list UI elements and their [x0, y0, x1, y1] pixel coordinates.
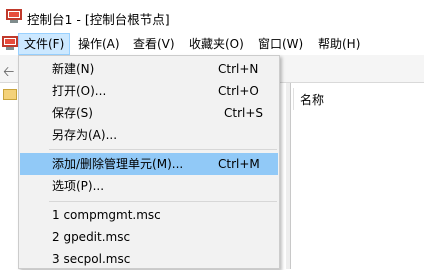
menu-window[interactable]: 窗口(W) [253, 33, 308, 55]
file-menu-dropdown: 新建(N) Ctrl+N 打开(O)... Ctrl+O 保存(S) Ctrl+… [18, 55, 280, 269]
tree-pane [0, 83, 18, 269]
menu-action[interactable]: 操作(A) [73, 33, 125, 55]
menu-item-save[interactable]: 保存(S) Ctrl+S [20, 102, 278, 124]
menu-favorites[interactable]: 收藏夹(O) [184, 33, 249, 55]
menu-item-recent-3[interactable]: 3 secpol.msc [20, 248, 278, 270]
menu-separator [49, 149, 277, 150]
menu-item-label: 选项(P)... [52, 179, 105, 193]
folder-icon[interactable] [3, 89, 17, 100]
menu-item-shortcut: Ctrl+S [224, 106, 264, 120]
menu-item-add-remove-snapin[interactable]: 添加/删除管理单元(M)... Ctrl+M [20, 153, 278, 175]
results-pane [290, 83, 424, 269]
menu-item-label: 保存(S) [52, 106, 93, 120]
menu-item-label: 新建(N) [52, 62, 95, 76]
mmc-console-icon [6, 9, 22, 23]
menu-item-label: 2 gpedit.msc [52, 230, 131, 244]
menu-item-recent-2[interactable]: 2 gpedit.msc [20, 226, 278, 248]
menu-separator [49, 201, 277, 202]
menu-item-label: 打开(O)... [52, 84, 107, 98]
column-header-name[interactable]: 名称 [300, 90, 324, 110]
menu-item-new[interactable]: 新建(N) Ctrl+N [20, 58, 278, 80]
menu-item-label: 另存为(A)... [52, 128, 118, 142]
menu-item-label: 1 compmgmt.msc [52, 208, 161, 222]
back-arrow-icon[interactable]: 🡠 [3, 61, 14, 85]
title-bar: 控制台1 - [控制台根节点] [0, 0, 424, 33]
menu-view[interactable]: 查看(V) [128, 33, 180, 55]
mmc-console-icon[interactable] [2, 36, 18, 50]
menu-item-shortcut: Ctrl+M [218, 157, 260, 171]
window-title: 控制台1 - [控制台根节点] [27, 12, 170, 27]
menu-bar: 文件(F) 操作(A) 查看(V) 收藏夹(O) 窗口(W) 帮助(H) [0, 33, 424, 55]
menu-help[interactable]: 帮助(H) [313, 33, 365, 55]
menu-item-label: 添加/删除管理单元(M)... [52, 157, 184, 171]
menu-item-recent-1[interactable]: 1 compmgmt.msc [20, 204, 278, 226]
menu-file[interactable]: 文件(F) [18, 33, 71, 55]
menu-item-shortcut: Ctrl+N [218, 62, 259, 76]
column-separator [293, 88, 294, 110]
menu-item-save-as[interactable]: 另存为(A)... [20, 124, 278, 146]
menu-item-label: 3 secpol.msc [52, 252, 131, 266]
menu-item-shortcut: Ctrl+O [218, 84, 259, 98]
menu-item-open[interactable]: 打开(O)... Ctrl+O [20, 80, 278, 102]
menu-item-options[interactable]: 选项(P)... [20, 175, 278, 197]
